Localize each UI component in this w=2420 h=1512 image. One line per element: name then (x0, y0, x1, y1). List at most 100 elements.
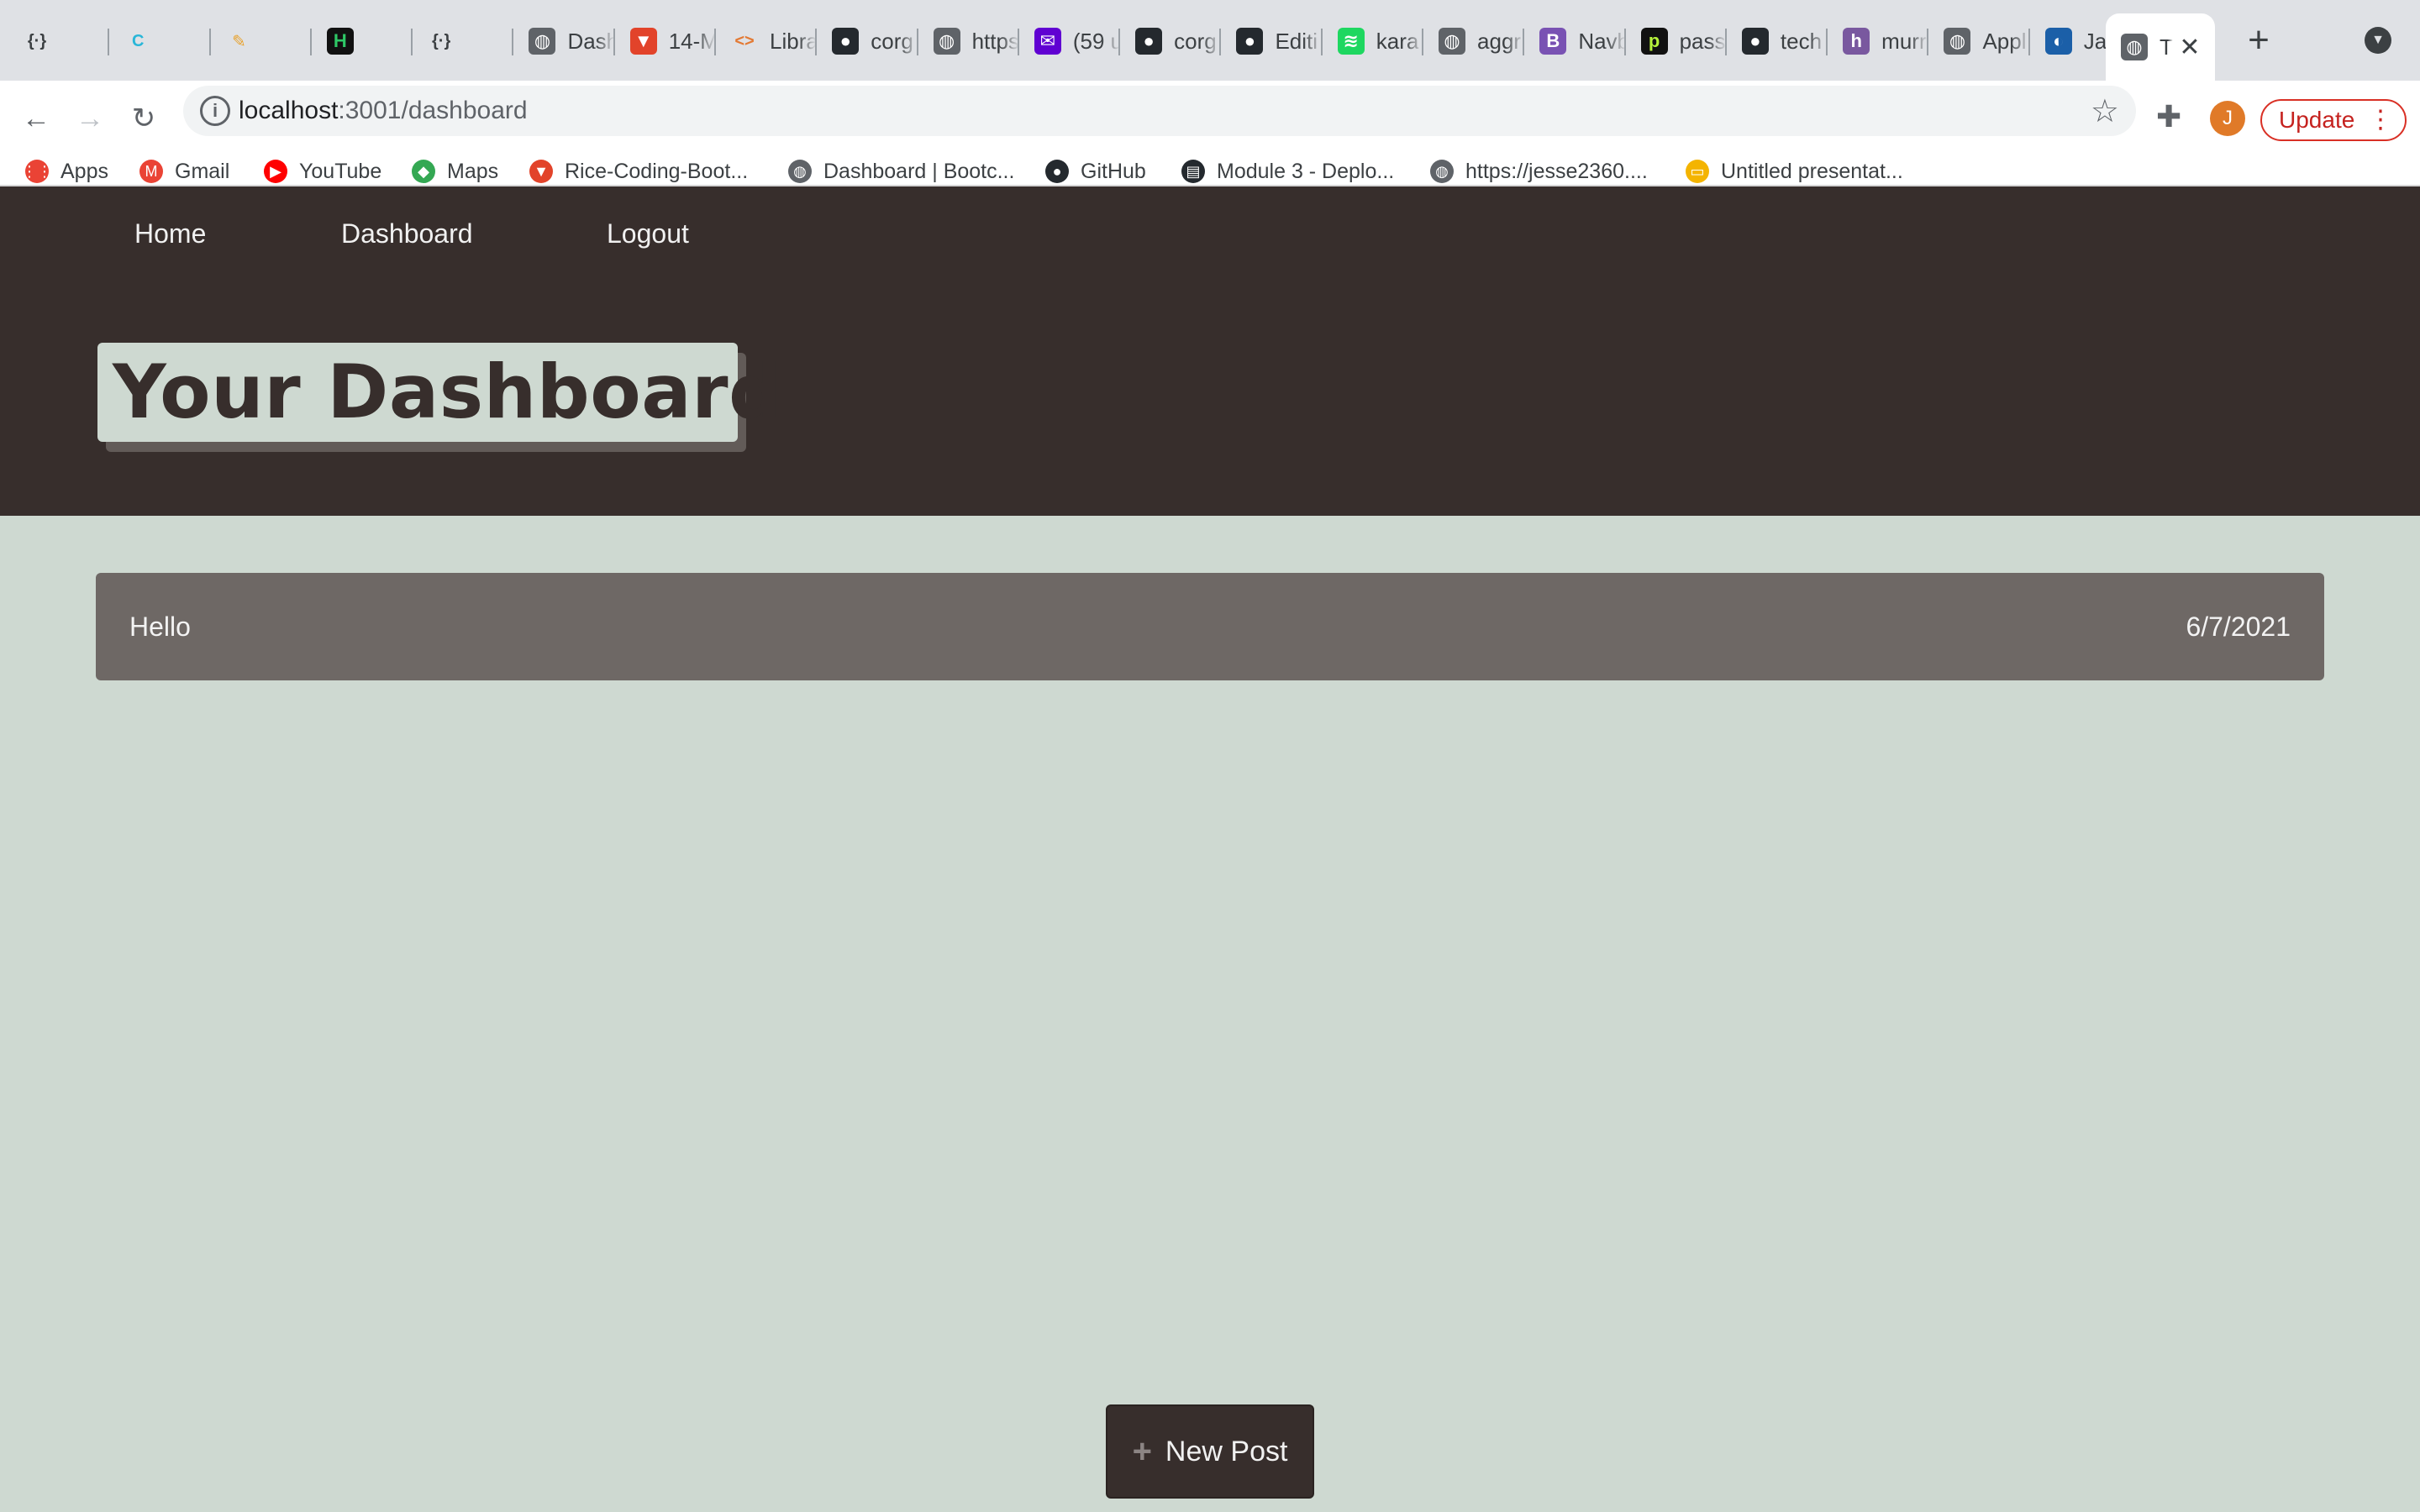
browser-tab[interactable]: ● corg (817, 13, 918, 69)
bookmark-label: Gmail (175, 159, 230, 183)
globe-icon: ◍ (1430, 160, 1454, 183)
page-title: Your Dashboard (113, 349, 782, 435)
bookmark-item[interactable]: ◍ Dashboard | Bootc... (788, 156, 1014, 186)
github-icon: ● (1741, 28, 1769, 55)
code-brackets-icon: <> (731, 28, 759, 55)
tab-label: Dash (567, 28, 615, 54)
tab-label: (59 u (1072, 28, 1121, 54)
apps-grid-icon: ⋮⋮ (22, 160, 52, 183)
bookmarks-bar: ⋮⋮ Apps M Gmail ▶ YouTube ◆ Maps ▼ Rice-Coding-Bo… (0, 156, 2420, 186)
globe-icon: ◍ (529, 28, 556, 55)
bookmark-item[interactable]: ▭ Untitled presentat... (1686, 156, 1903, 186)
bookmark-label: Dashboard | Bootc... (823, 159, 1015, 183)
update-label: Update (2279, 107, 2355, 133)
browser-tab[interactable]: ● Editi (1221, 13, 1323, 69)
bookmark-item[interactable]: ▤ Module 3 - Deplo... (1181, 156, 1394, 186)
gitlab-icon: ▼ (529, 160, 553, 183)
update-button[interactable]: Update ⋮ (2260, 99, 2407, 141)
tab-label: murr (1881, 28, 1927, 54)
globe-icon: ◍ (2121, 34, 2148, 60)
bookmark-item[interactable]: ▶ YouTube (264, 156, 381, 186)
browser-tab[interactable]: ≋ kara (1323, 13, 1424, 69)
bookmark-label: GitHub (1081, 159, 1146, 183)
bookmark-item[interactable]: ● GitHub (1045, 156, 1146, 186)
site-info-icon[interactable]: i (200, 96, 230, 126)
close-icon[interactable]: ✕ (2173, 33, 2207, 62)
book-icon: ▤ (1181, 160, 1205, 183)
github-icon: ● (832, 28, 860, 55)
globe-icon: ◍ (788, 160, 812, 183)
bookmark-item[interactable]: ▼ Rice-Coding-Boot... (529, 156, 748, 186)
bookmark-item[interactable]: ⋮⋮ Apps (22, 156, 108, 186)
url-path: :3001/dashboard (338, 97, 528, 124)
page-title-box: Your Dashboard (97, 343, 782, 442)
new-post-label: New Post (1165, 1435, 1288, 1467)
bookmark-item[interactable]: M Gmail (139, 156, 229, 186)
back-button[interactable]: ← (15, 97, 57, 139)
globe-icon: ◍ (1439, 28, 1466, 55)
tab-active[interactable]: ◍ T ✕ (2106, 13, 2215, 81)
tab-label: T (2160, 34, 2173, 60)
spotify-icon: ≋ (1337, 28, 1365, 55)
forward-button[interactable]: → (69, 97, 111, 139)
tab-label: aggr (1477, 28, 1522, 54)
bookmark-star-icon[interactable]: ☆ (2091, 92, 2119, 130)
tab-label: Appl (1982, 28, 2027, 54)
browser-tab[interactable]: {·} (413, 13, 514, 69)
globe-icon: ◍ (1944, 28, 1971, 55)
browser-tab[interactable]: ◍ Appl (1928, 13, 2030, 69)
new-post-button[interactable]: + New Post (1106, 1404, 1314, 1499)
curly-braces-icon: {·} (24, 28, 50, 55)
browser-tab[interactable]: ● corg (1120, 13, 1222, 69)
browser-tab[interactable]: ◍ aggr (1423, 13, 1525, 69)
address-bar[interactable]: i localhost:3001/dashboard ☆ (183, 86, 2136, 136)
browser-tab[interactable]: <> Libra (716, 13, 818, 69)
extensions-puzzle-icon[interactable]: ✚ (2156, 99, 2181, 134)
bookmark-label: Rice-Coding-Boot... (565, 159, 749, 183)
browser-tab[interactable]: ✉ (59 u (1019, 13, 1121, 69)
browser-tab[interactable]: B Navb (1524, 13, 1626, 69)
maps-icon: ◆ (412, 160, 435, 183)
mail-icon: ✉ (1034, 28, 1061, 55)
browser-tab[interactable]: ◍ https (918, 13, 1019, 69)
tab-search-icon[interactable]: ▼ (2365, 27, 2391, 54)
bookmark-label: YouTube (299, 159, 382, 183)
url-text[interactable]: localhost:3001/dashboard (239, 86, 528, 136)
github-icon: ● (1236, 28, 1264, 55)
tab-label: kara (1376, 28, 1419, 54)
tab-label: corg (871, 28, 913, 54)
reload-button[interactable]: ↻ (123, 97, 165, 139)
tab-label: 14-M (668, 28, 716, 54)
post-date: 6/7/2021 (2186, 612, 2291, 642)
nav-dashboard-link[interactable]: Dashboard (341, 218, 473, 249)
bookmark-item[interactable]: ◆ Maps (412, 156, 498, 186)
new-tab-button[interactable]: + (2235, 18, 2282, 66)
profile-avatar[interactable]: J (2210, 101, 2245, 136)
browser-tab[interactable]: ◍ Dash (513, 13, 615, 69)
bookmark-label: Apps (60, 159, 108, 183)
tab-label: Navb (1578, 28, 1626, 54)
nav-logout-link[interactable]: Logout (607, 218, 689, 249)
tab-label: Libra (770, 28, 818, 54)
youtube-icon: ▶ (264, 160, 287, 183)
browser-tab[interactable]: ✎ (211, 13, 312, 69)
post-title[interactable]: Hello (129, 573, 191, 680)
browser-tab[interactable]: C (109, 13, 211, 69)
browser-tab[interactable]: ▼ 14-M (615, 13, 716, 69)
post-card[interactable]: Hello 6/7/2021 (96, 573, 2324, 680)
browser-tab[interactable]: ● tech (1727, 13, 1828, 69)
tab-label: tech (1780, 28, 1823, 54)
browser-tab[interactable]: p pass (1626, 13, 1727, 69)
browser-tab[interactable]: h murr (1828, 13, 1929, 69)
nav-home-link[interactable]: Home (134, 218, 206, 249)
github-icon: ● (1135, 28, 1163, 55)
browser-toolbar: ← → ↻ i localhost:3001/dashboard ☆ ✚ J U… (0, 81, 2420, 156)
plus-icon: + (1132, 1432, 1152, 1470)
hackerrank-icon: H (326, 28, 354, 55)
bookmark-label: https://jesse2360.... (1465, 159, 1648, 183)
browser-tab[interactable]: H (312, 13, 413, 69)
bookmark-item[interactable]: ◍ https://jesse2360.... (1430, 156, 1648, 186)
browser-tab[interactable]: {·} (8, 13, 110, 69)
menu-dots-icon[interactable]: ⋮ (2368, 101, 2393, 139)
tab-label: corg (1174, 28, 1217, 54)
